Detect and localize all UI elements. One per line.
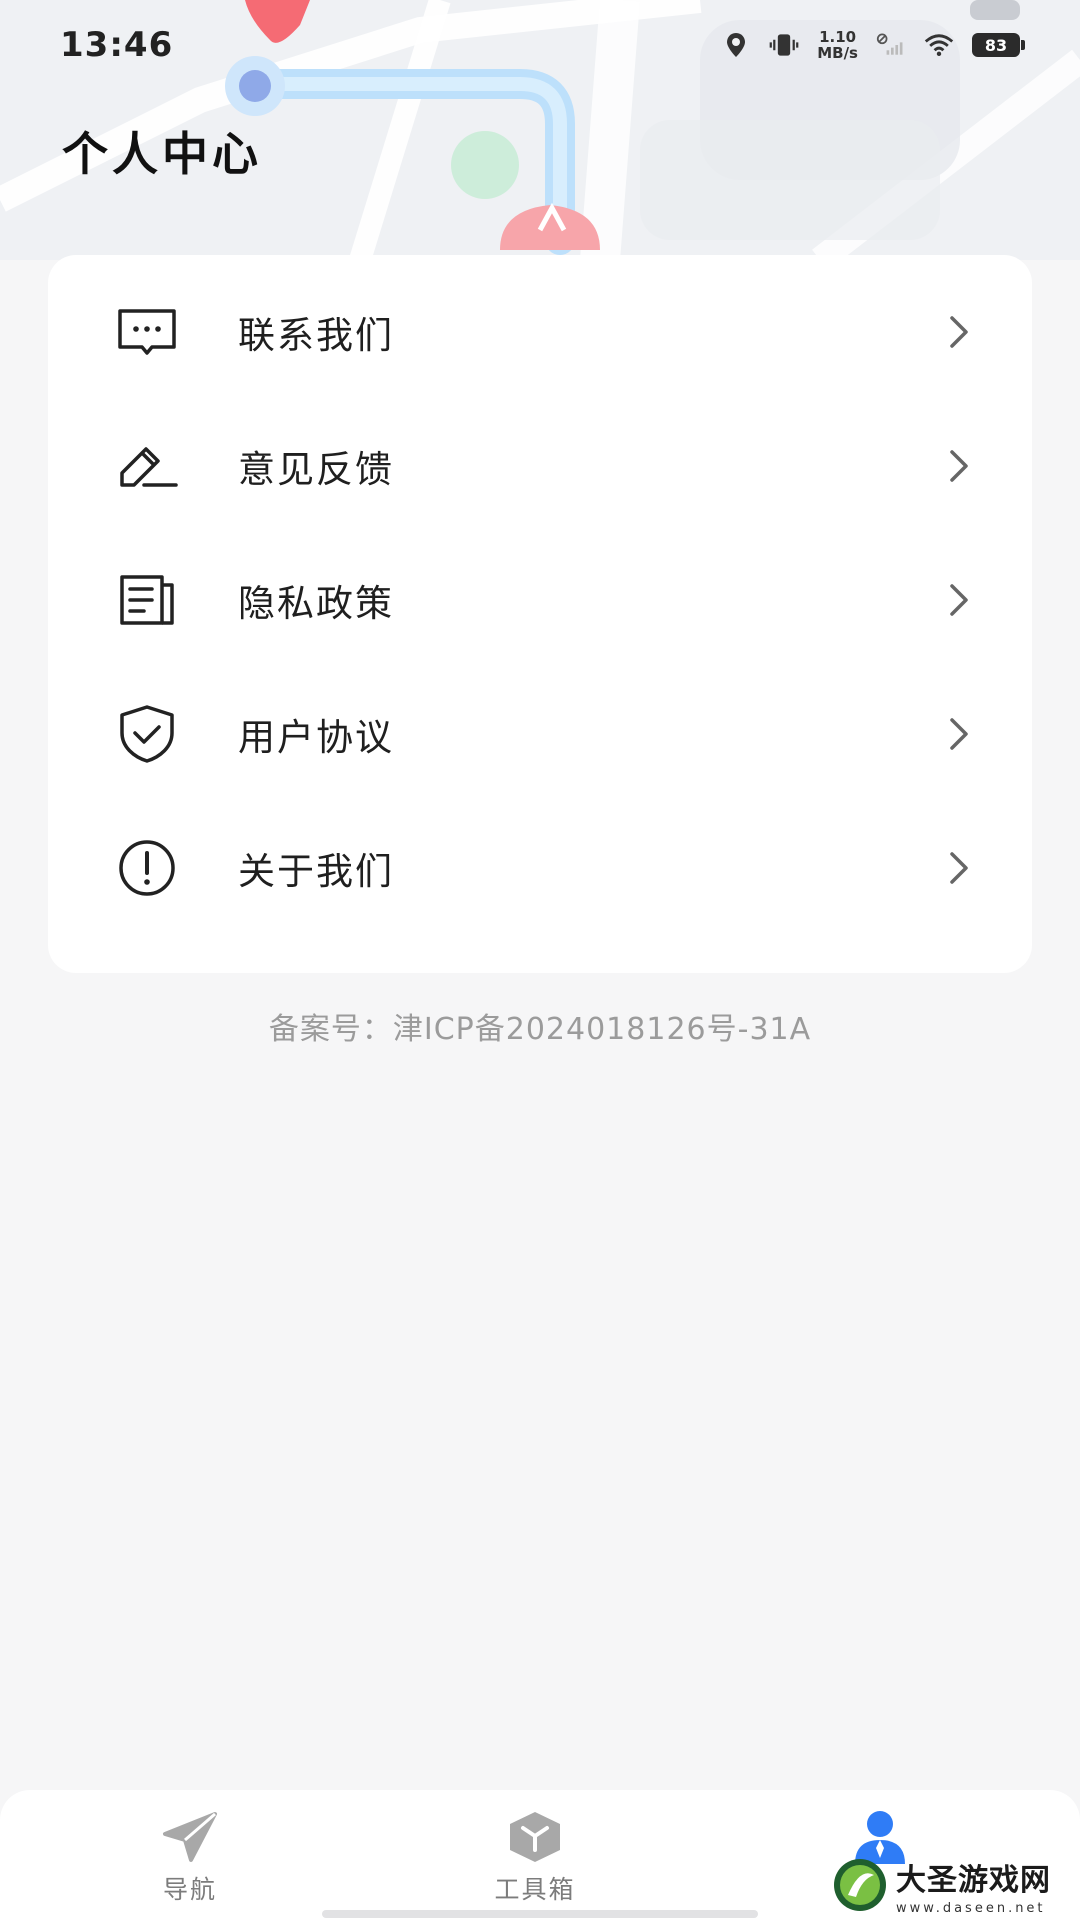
message-icon — [114, 299, 180, 365]
watermark-url: www.daseen.net — [896, 1900, 1046, 1916]
menu-item-label: 用户协议 — [238, 716, 394, 759]
info-exclamation-icon — [114, 835, 180, 901]
chevron-right-icon — [944, 446, 974, 486]
watermark: 大圣游戏网 www.daseen.net — [832, 1850, 1080, 1920]
wifi-icon — [924, 34, 954, 57]
menu-item-label: 联系我们 — [238, 314, 394, 357]
menu-item-contact-us[interactable]: 联系我们 — [48, 265, 1032, 399]
chevron-right-icon — [944, 714, 974, 754]
edit-icon — [114, 433, 180, 499]
menu-item-about-us[interactable]: 关于我们 — [48, 801, 1032, 935]
menu-item-label: 关于我们 — [238, 850, 394, 893]
no-sim-signal-icon — [876, 33, 903, 55]
status-bar: 13:46 1.10 MB/s 83 — [0, 0, 1080, 90]
chevron-right-icon — [944, 580, 974, 620]
menu-item-label: 意见反馈 — [238, 448, 394, 491]
status-time: 13:46 — [60, 25, 174, 65]
net-speed-value: 1.10 — [819, 28, 857, 46]
document-icon — [114, 567, 180, 633]
menu-item-feedback[interactable]: 意见反馈 — [48, 399, 1032, 533]
menu-card: 联系我们 意见反馈 隐私政策 用户协议 关于我们 — [48, 255, 1032, 973]
location-icon — [727, 33, 746, 57]
chevron-right-icon — [944, 848, 974, 888]
navigation-icon — [163, 1812, 217, 1862]
page-title: 个人中心 — [62, 127, 262, 181]
watermark-text: 大圣游戏网 www.daseen.net — [896, 1855, 1051, 1916]
nav-item-toolbox[interactable]: 工具箱 — [455, 1808, 615, 1908]
menu-item-privacy-policy[interactable]: 隐私政策 — [48, 533, 1032, 667]
icp-record-text: 备案号：津ICP备2024018126号-31A — [268, 1012, 812, 1047]
toolbox-icon — [510, 1812, 560, 1862]
nav-label: 导航 — [162, 1875, 217, 1904]
battery-icon: 83 — [972, 33, 1025, 57]
nav-item-navigation[interactable]: 导航 — [110, 1808, 270, 1908]
menu-item-label: 隐私政策 — [238, 582, 394, 625]
net-speed: 1.10 MB/s — [817, 29, 858, 61]
menu-item-user-agreement[interactable]: 用户协议 — [48, 667, 1032, 801]
home-indicator[interactable] — [322, 1910, 758, 1918]
status-icons: 1.10 MB/s 83 — [721, 29, 1025, 61]
net-speed-unit: MB/s — [817, 44, 858, 62]
vibrate-icon — [769, 34, 799, 56]
chevron-right-icon — [944, 312, 974, 352]
watermark-title: 大圣游戏网 — [896, 1862, 1051, 1898]
shield-check-icon — [114, 701, 180, 767]
watermark-logo-icon — [834, 1859, 886, 1911]
nav-label: 工具箱 — [494, 1875, 576, 1904]
